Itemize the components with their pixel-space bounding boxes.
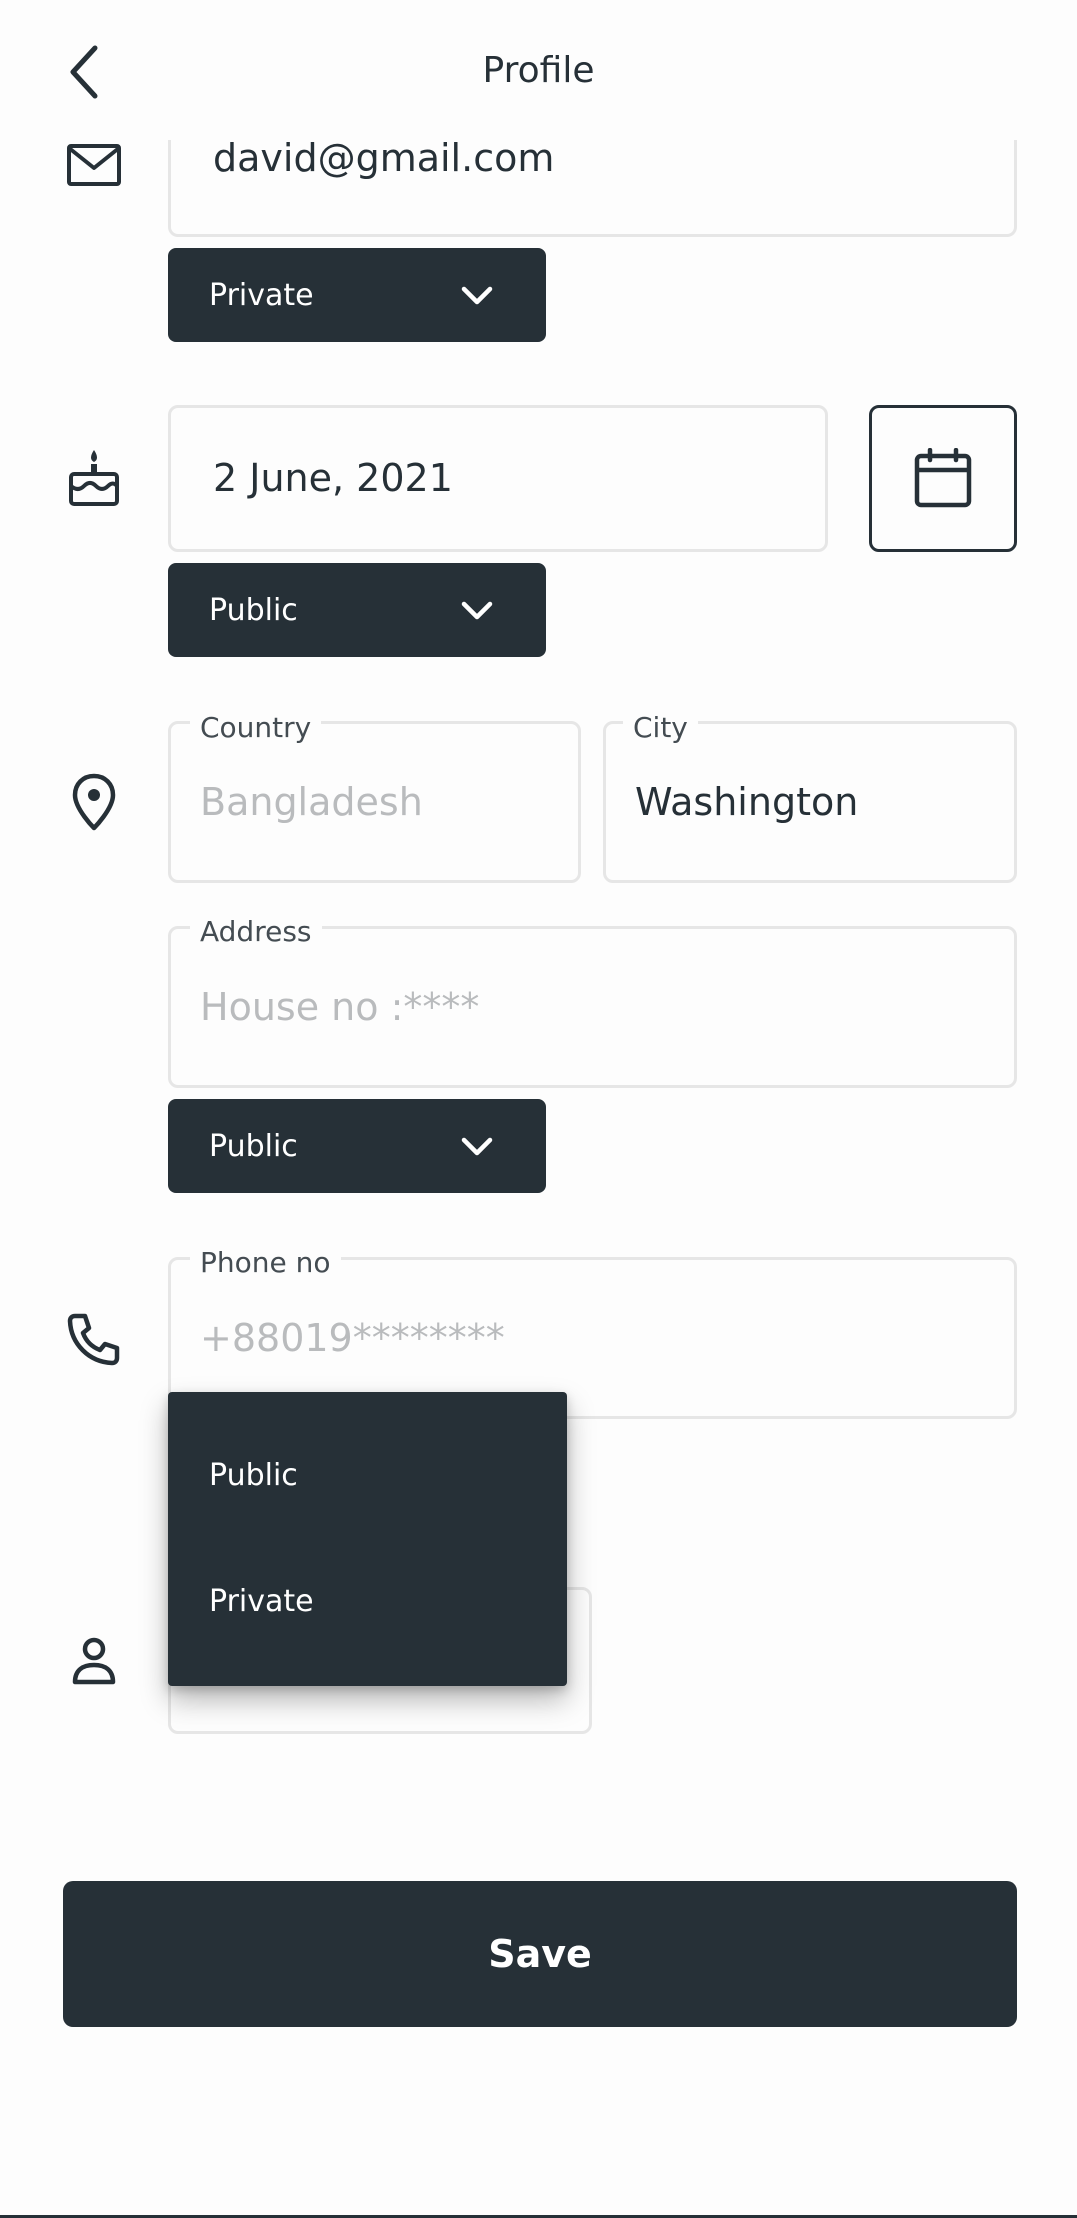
email-visibility-dropdown[interactable]: Private bbox=[168, 248, 546, 342]
save-button[interactable]: Save bbox=[63, 1881, 1017, 2027]
city-label: City bbox=[623, 711, 698, 745]
app-header: Profile bbox=[0, 0, 1077, 140]
birthday-visibility-label: Public bbox=[209, 592, 298, 628]
phone-icon bbox=[64, 1309, 124, 1369]
page-title: Profile bbox=[482, 50, 595, 91]
email-visibility-label: Private bbox=[209, 277, 314, 313]
email-value: david@gmail.com bbox=[213, 136, 555, 180]
location-visibility-label: Public bbox=[209, 1128, 298, 1164]
birthday-visibility-dropdown[interactable]: Public bbox=[168, 563, 546, 657]
phone-label: Phone no bbox=[190, 1246, 341, 1280]
birthday-value: 2 June, 2021 bbox=[213, 456, 453, 500]
country-label: Country bbox=[190, 711, 322, 745]
chevron-down-icon bbox=[461, 601, 493, 620]
country-field[interactable]: Bangladesh bbox=[168, 721, 581, 883]
person-icon bbox=[64, 1631, 124, 1691]
birthday-field[interactable]: 2 June, 2021 bbox=[168, 405, 828, 552]
location-visibility-dropdown[interactable]: Public bbox=[168, 1099, 546, 1193]
visibility-menu: Public Private bbox=[168, 1392, 567, 1686]
city-value: Washington bbox=[635, 780, 859, 824]
location-pin-icon bbox=[64, 772, 124, 832]
cake-icon bbox=[64, 448, 124, 508]
country-placeholder: Bangladesh bbox=[200, 780, 423, 824]
address-field[interactable]: House no :**** bbox=[168, 926, 1017, 1088]
menu-option-public[interactable]: Public bbox=[168, 1412, 567, 1538]
menu-option-private[interactable]: Private bbox=[168, 1538, 567, 1664]
address-placeholder: House no :**** bbox=[200, 985, 480, 1029]
calendar-icon bbox=[914, 448, 972, 508]
address-label: Address bbox=[190, 915, 322, 949]
chevron-down-icon bbox=[461, 286, 493, 305]
mail-icon bbox=[64, 135, 124, 195]
city-field[interactable]: Washington bbox=[603, 721, 1017, 883]
phone-placeholder: +88019******** bbox=[200, 1316, 505, 1360]
chevron-down-icon bbox=[461, 1137, 493, 1156]
calendar-button[interactable] bbox=[869, 405, 1017, 552]
